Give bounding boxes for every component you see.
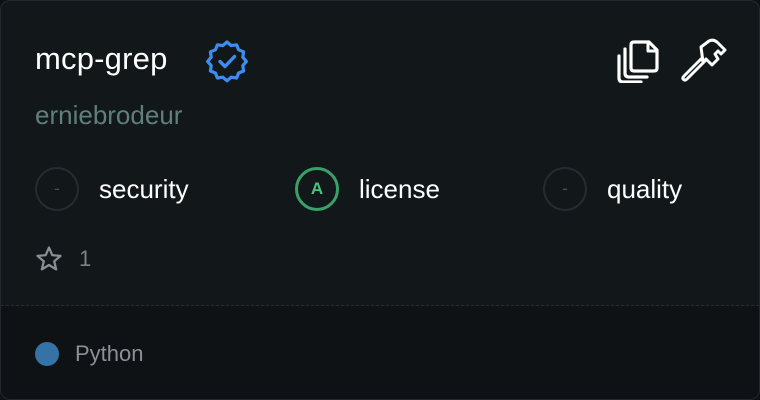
copy-icon[interactable]: [615, 37, 661, 83]
server-card[interactable]: mcp-grep erniebrodeur - security A licen…: [0, 0, 760, 400]
hammer-icon[interactable]: [681, 37, 727, 83]
security-label: security: [99, 173, 189, 204]
quality-label: quality: [607, 173, 683, 204]
language-indicator: Python: [35, 340, 144, 368]
author-link[interactable]: erniebrodeur: [35, 97, 182, 133]
language-name: Python: [75, 341, 144, 366]
license-grade-badge: A: [295, 167, 339, 211]
quality-grade-badge: -: [543, 167, 587, 211]
star-count-value: 1: [79, 246, 92, 271]
security-metric[interactable]: - security: [35, 165, 189, 213]
card-footer: Python: [1, 306, 759, 399]
security-grade-badge: -: [35, 167, 79, 211]
star-icon: [36, 246, 62, 271]
server-name[interactable]: mcp-grep: [35, 37, 168, 81]
quality-metric[interactable]: - quality: [543, 165, 682, 213]
license-metric[interactable]: A license: [295, 165, 440, 213]
verified-badge-icon: [206, 40, 248, 83]
language-color-dot: [35, 342, 59, 366]
license-label: license: [359, 173, 440, 204]
star-count: 1: [35, 243, 91, 275]
